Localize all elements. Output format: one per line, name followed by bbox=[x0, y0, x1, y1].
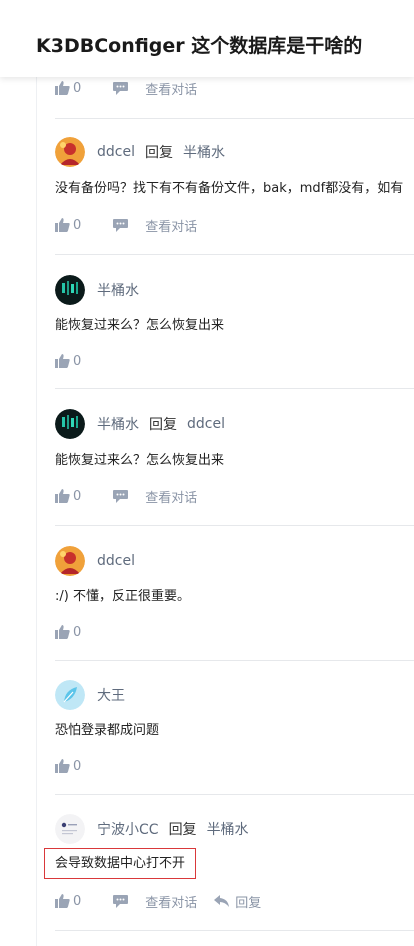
like-count: 0 bbox=[73, 893, 82, 909]
page-title: K3DBConfiger 这个数据库是干啥的 bbox=[36, 35, 363, 57]
avatar[interactable] bbox=[55, 409, 85, 439]
like-count: 0 bbox=[73, 758, 82, 774]
comment-text: 能恢复过来么？怎么恢复出来 bbox=[55, 453, 225, 468]
like-count: 0 bbox=[73, 353, 82, 369]
like-button[interactable]: 0 bbox=[55, 894, 81, 909]
thumbs-up-icon bbox=[55, 625, 70, 639]
comment-header: 半桶水 回复 ddcel bbox=[55, 409, 225, 439]
comment-header: ddcel 回复 半桶水 bbox=[55, 137, 225, 167]
comment-actions: 0 查看对话 回复 bbox=[55, 891, 261, 911]
comment-text: 能恢复过来么？怎么恢复出来 bbox=[55, 318, 225, 333]
comment-actions: 0 查看对话 bbox=[55, 78, 197, 98]
comment-header: 大王 bbox=[55, 680, 125, 710]
chat-bubble-icon[interactable] bbox=[113, 489, 129, 503]
comment-author[interactable]: 半桶水 bbox=[97, 414, 139, 434]
reply-target-user[interactable]: 半桶水 bbox=[183, 142, 225, 162]
page: K3DBConfiger 这个数据库是干啥的 0 查看对话 ddcel 回复 半… bbox=[0, 0, 414, 946]
like-button[interactable]: 0 bbox=[55, 625, 81, 640]
view-conversation-link[interactable]: 查看对话 bbox=[145, 216, 197, 235]
divider bbox=[55, 254, 414, 255]
thumbs-up-icon bbox=[55, 489, 70, 503]
comment-text-highlighted: 会导致数据中心打不开 bbox=[44, 848, 197, 879]
comment-header: ddcel bbox=[55, 546, 135, 576]
reply-label: 回复 bbox=[168, 822, 197, 838]
comment-author[interactable]: 半桶水 bbox=[97, 280, 139, 300]
comment-actions: 0 bbox=[55, 351, 81, 371]
avatar[interactable] bbox=[55, 814, 85, 844]
like-button[interactable]: 0 bbox=[55, 489, 81, 504]
view-conversation-link[interactable]: 查看对话 bbox=[145, 79, 197, 98]
reply-arrow-icon[interactable] bbox=[214, 895, 230, 907]
chat-bubble-icon[interactable] bbox=[113, 81, 129, 95]
comment-author[interactable]: ddcel bbox=[97, 144, 135, 160]
comment-actions: 0 bbox=[55, 756, 81, 776]
avatar[interactable] bbox=[55, 546, 85, 576]
like-button[interactable]: 0 bbox=[55, 81, 81, 96]
divider bbox=[55, 660, 414, 661]
thread-line bbox=[36, 77, 37, 946]
top-bar: K3DBConfiger 这个数据库是干啥的 bbox=[0, 0, 414, 77]
divider bbox=[55, 388, 414, 389]
thumbs-up-icon bbox=[55, 218, 70, 232]
like-count: 0 bbox=[73, 217, 82, 233]
reply-target-user[interactable]: ddcel bbox=[187, 416, 225, 432]
thumbs-up-icon bbox=[55, 354, 70, 368]
comment-text: 恐怕登录都成问题 bbox=[55, 723, 160, 738]
view-conversation-link[interactable]: 查看对话 bbox=[145, 892, 197, 911]
divider bbox=[55, 118, 414, 119]
comment-text: 没有备份吗？找下有不有备份文件，bak，mdf都没有，如有 bbox=[55, 181, 404, 196]
like-count: 0 bbox=[73, 624, 82, 640]
reply-button[interactable]: 回复 bbox=[235, 892, 261, 911]
comment-actions: 0 查看对话 bbox=[55, 486, 197, 506]
divider bbox=[55, 930, 414, 931]
chat-bubble-icon[interactable] bbox=[113, 218, 129, 232]
comment-author[interactable]: ddcel bbox=[97, 553, 135, 569]
comment-actions: 0 bbox=[55, 622, 81, 642]
comment-header: 宁波小CC 回复 半桶水 bbox=[55, 814, 249, 844]
like-button[interactable]: 0 bbox=[55, 759, 81, 774]
comment-author[interactable]: 宁波小CC bbox=[97, 819, 159, 839]
view-conversation-link[interactable]: 查看对话 bbox=[145, 487, 197, 506]
divider bbox=[55, 525, 414, 526]
like-button[interactable]: 0 bbox=[55, 218, 81, 233]
chat-bubble-icon[interactable] bbox=[113, 894, 129, 908]
comment-actions: 0 查看对话 bbox=[55, 215, 197, 235]
comment-header: 半桶水 bbox=[55, 275, 139, 305]
avatar[interactable] bbox=[55, 275, 85, 305]
like-count: 0 bbox=[73, 488, 82, 504]
like-button[interactable]: 0 bbox=[55, 354, 81, 369]
thumbs-up-icon bbox=[55, 894, 70, 908]
reply-label: 回复 bbox=[149, 417, 177, 433]
comment-author[interactable]: 大王 bbox=[97, 685, 125, 705]
thumbs-up-icon bbox=[55, 759, 70, 773]
reply-label: 回复 bbox=[144, 145, 173, 161]
avatar[interactable] bbox=[55, 680, 85, 710]
thumbs-up-icon bbox=[55, 81, 70, 95]
divider bbox=[55, 794, 414, 795]
comment-text: :/) 不懂，反正很重要。 bbox=[55, 589, 190, 604]
avatar[interactable] bbox=[55, 137, 85, 167]
reply-target-user[interactable]: 半桶水 bbox=[207, 819, 249, 839]
like-count: 0 bbox=[73, 80, 82, 96]
